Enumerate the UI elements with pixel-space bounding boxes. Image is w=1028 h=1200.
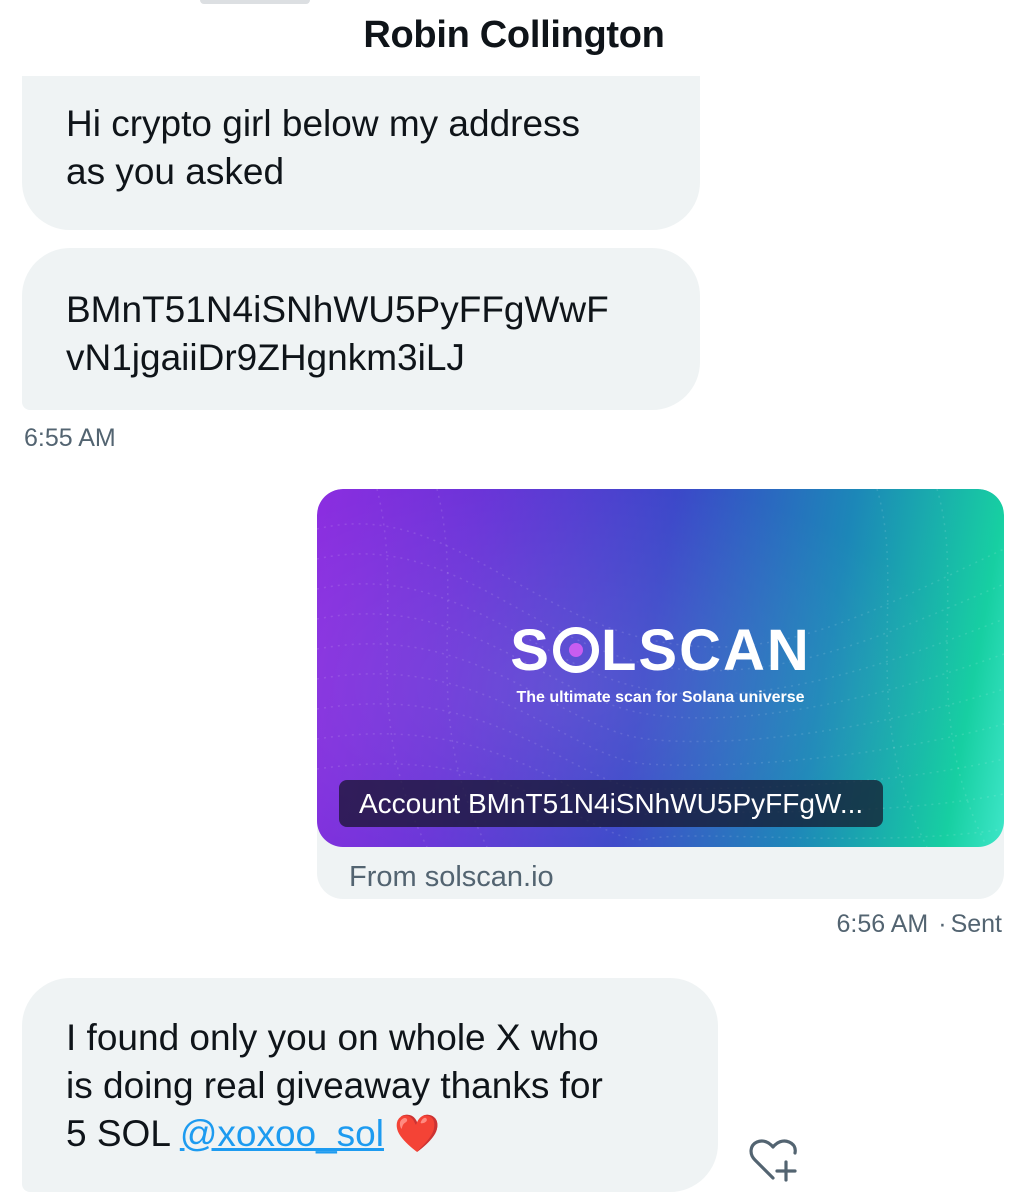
message-bubble-received[interactable]: I found only you on whole X who is doing… [22, 978, 718, 1192]
card-title: Account BMnT51N4iSNhWU5PyFFgW... [339, 780, 884, 827]
card-tagline: The ultimate scan for Solana universe [516, 689, 805, 706]
message-bubble-received[interactable]: BMnT51N4iSNhWU5PyFFgWwF vN1jgaiiDr9ZHgnk… [22, 248, 700, 410]
message-text-segment: 5 SOL [66, 1113, 180, 1154]
link-preview-card[interactable]: S LSCAN The ultimate scan for Solana univ… [317, 489, 1004, 899]
message-timestamp-status: 6:56 AM · Sent [837, 910, 1003, 939]
message-text-line: is doing real giveaway thanks for [66, 1065, 603, 1106]
logo-text-prefix: S [510, 618, 551, 683]
logo-text-suffix: LSCAN [600, 618, 811, 683]
message-text-line: BMnT51N4iSNhWU5PyFFgWwF [66, 289, 609, 330]
message-bubble-received[interactable]: Hi crypto girl below my address as you a… [22, 76, 700, 230]
add-reaction-button[interactable] [746, 1134, 800, 1184]
message-text-line: vN1jgaiiDr9ZHgnkm3iLJ [66, 337, 465, 378]
separator-dot: · [938, 910, 947, 938]
message-timestamp: 6:55 AM [24, 424, 116, 452]
mention-link[interactable]: @xoxoo_sol [180, 1113, 384, 1154]
solscan-logo-icon [552, 627, 599, 673]
link-preview-image[interactable]: S LSCAN The ultimate scan for Solana univ… [317, 489, 1004, 847]
scroll-indicator [200, 0, 310, 4]
message-text-line: 5 SOL @xoxoo_sol ❤️ [66, 1110, 674, 1158]
message-text-line: Hi crypto girl below my address [66, 103, 581, 144]
card-source-domain: From solscan.io [349, 861, 554, 893]
message-text-line: I found only you on whole X who [66, 1017, 599, 1058]
message-text-line: as you asked [66, 151, 285, 192]
message-timestamp: 6:56 AM [836, 910, 929, 938]
heart-plus-icon [749, 1139, 797, 1182]
message-status: Sent [950, 910, 1002, 938]
dm-conversation: Robin Collington Hi crypto girl below my… [0, 0, 1028, 1200]
conversation-title[interactable]: Robin Collington [0, 14, 1028, 57]
solscan-logo: S LSCAN [317, 617, 1004, 684]
heart-emoji: ❤️ [394, 1113, 441, 1154]
